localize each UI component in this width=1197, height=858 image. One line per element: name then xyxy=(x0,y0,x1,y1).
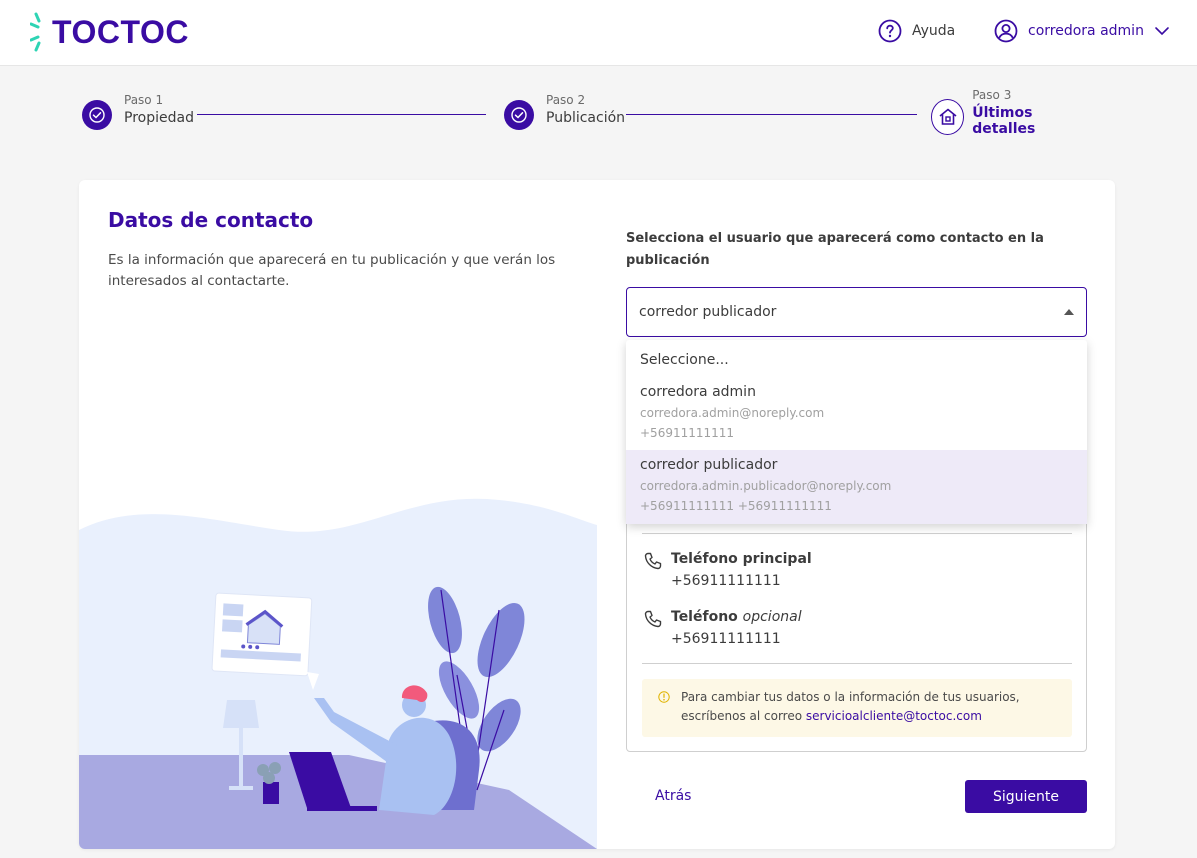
step-2-name: Publicación xyxy=(546,109,626,126)
step-2-number: Paso 2 xyxy=(546,92,586,107)
chevron-down-icon xyxy=(1155,27,1169,36)
step-connector xyxy=(197,114,486,115)
step-3: Paso 3 Últimos detalles xyxy=(931,88,1090,137)
section-title: Datos de contacto xyxy=(108,208,314,232)
step-1: Paso 1 Propiedad xyxy=(82,93,194,130)
check-circle-icon xyxy=(82,100,112,130)
select-value: corredor publicador xyxy=(639,304,777,320)
notice-text: Para cambiar tus datos o la información … xyxy=(681,688,1061,726)
logo-mark-icon xyxy=(30,12,41,52)
option-name: corredor publicador xyxy=(640,457,778,473)
option-name: corredora admin xyxy=(640,384,756,400)
contact-card: Datos de contacto Es la información que … xyxy=(79,180,1115,849)
help-link[interactable]: Ayuda xyxy=(878,19,955,43)
option-email: corredora.admin@noreply.com xyxy=(640,406,825,420)
step-3-number: Paso 3 xyxy=(972,88,1012,102)
optional-word: opcional xyxy=(742,609,802,625)
optional-phone-title: Teléfono xyxy=(671,609,738,625)
contact-illustration xyxy=(79,498,597,849)
progress-stepper: Paso 1 Propiedad Paso 2 Publicación Paso… xyxy=(80,88,1090,140)
check-circle-icon xyxy=(504,100,534,130)
optional-phone-row: Teléfono opcional +56911111111 xyxy=(643,609,802,647)
contact-details-box: Teléfono principal +56911111111 Teléfono… xyxy=(626,510,1087,752)
info-notice: Para cambiar tus datos o la información … xyxy=(642,679,1072,737)
back-button[interactable]: Atrás xyxy=(655,788,691,804)
option-name: Seleccione... xyxy=(640,352,729,368)
main-phone-row: Teléfono principal +56911111111 xyxy=(643,551,812,589)
option-placeholder[interactable]: Seleccione... xyxy=(626,340,1087,380)
select-label: Selecciona el usuario que aparecerá como… xyxy=(626,231,1044,268)
house-step-icon xyxy=(931,99,965,135)
contact-user-select[interactable]: corredor publicador xyxy=(626,287,1087,337)
help-icon xyxy=(878,19,902,43)
select-dropdown-menu: Seleccione... corredora admin corredora.… xyxy=(626,340,1087,524)
option-phone: +56911111111 xyxy=(640,426,735,440)
divider xyxy=(642,533,1072,534)
phone-icon xyxy=(644,610,662,628)
user-avatar-icon xyxy=(994,19,1018,43)
main-phone-value: +56911111111 xyxy=(671,573,781,589)
info-icon xyxy=(658,691,670,703)
step-connector xyxy=(626,114,917,115)
help-label: Ayuda xyxy=(912,23,956,39)
main-phone-label: Teléfono principal xyxy=(671,551,812,567)
toctoc-logo[interactable]: TOCTOC xyxy=(30,11,189,53)
step-2: Paso 2 Publicación xyxy=(504,93,626,130)
user-menu[interactable]: corredora admin xyxy=(994,19,1170,43)
section-description: Es la información que aparecerá en tu pu… xyxy=(108,252,556,289)
option-phone: +56911111111 +56911111111 xyxy=(640,499,832,513)
step-1-name: Propiedad xyxy=(124,109,194,126)
support-email-link[interactable]: servicioalcliente@toctoc.com xyxy=(806,709,982,723)
logo-text: TOCTOC xyxy=(52,13,189,50)
step-3-name: Últimos detalles xyxy=(972,105,1036,137)
top-header: TOCTOC Ayuda corredora admin xyxy=(0,0,1197,66)
option-email: corredora.admin.publicador@noreply.com xyxy=(640,479,892,493)
optional-phone-value: +56911111111 xyxy=(671,631,781,647)
caret-up-icon xyxy=(1064,309,1074,315)
divider xyxy=(642,663,1072,664)
option-corredora-admin[interactable]: corredora admin corredora.admin@noreply.… xyxy=(626,380,1087,450)
next-button[interactable]: Siguiente xyxy=(965,780,1087,813)
phone-icon xyxy=(644,552,662,570)
optional-phone-label: Teléfono opcional xyxy=(671,609,802,625)
step-1-number: Paso 1 xyxy=(124,92,164,107)
option-corredor-publicador[interactable]: corredor publicador corredora.admin.publ… xyxy=(626,450,1087,524)
user-name: corredora admin xyxy=(1028,23,1144,39)
